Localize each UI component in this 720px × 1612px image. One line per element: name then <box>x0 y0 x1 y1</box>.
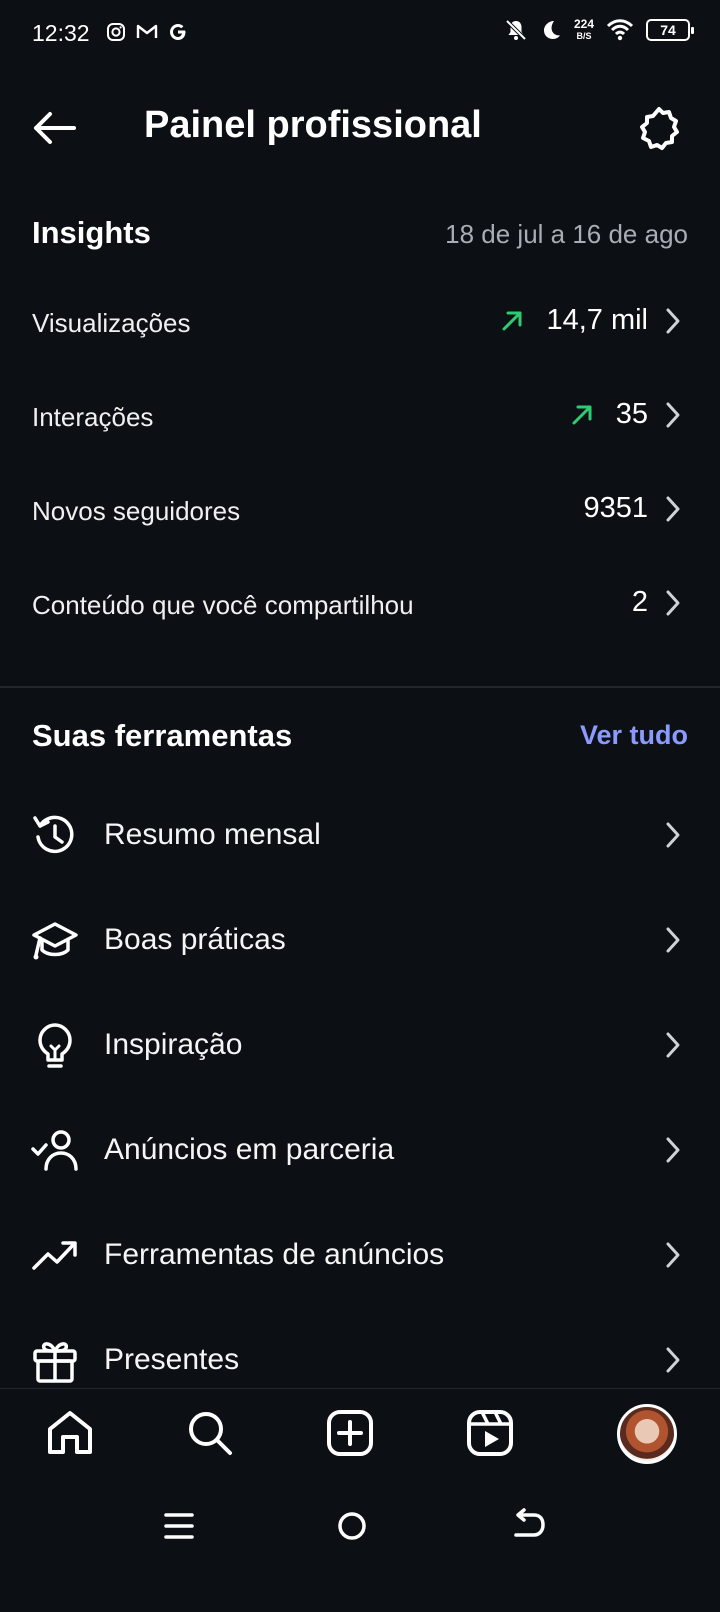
person-check-icon <box>31 1130 78 1171</box>
back-system-button[interactable] <box>508 1506 548 1546</box>
recent-apps-button[interactable] <box>160 1506 200 1546</box>
tools-header: Suas ferramentas Ver tudo <box>32 718 688 768</box>
gift-icon <box>33 1342 77 1383</box>
circle-icon <box>338 1512 366 1540</box>
wifi-icon <box>606 19 634 41</box>
metric-label: Novos seguidores <box>32 496 241 526</box>
network-speed: 224 B/S <box>574 18 594 42</box>
tool-label: Anúncios em parceria <box>104 1133 395 1166</box>
date-range: 18 de jul a 16 de ago <box>445 219 688 249</box>
metric-label: Visualizações <box>32 308 191 338</box>
metric-new-followers[interactable]: Novos seguidores 9351 <box>0 466 720 562</box>
app-header: Painel profissional <box>0 82 720 176</box>
chevron-right-icon <box>666 927 680 953</box>
tool-partnership-ads[interactable]: Anúncios em parceria <box>0 1101 720 1206</box>
see-all-link[interactable]: Ver tudo <box>580 720 688 751</box>
network-speed-unit: B/S <box>576 31 592 41</box>
status-bar: 12:32 224 B/S 74 <box>0 0 720 72</box>
metric-views[interactable]: Visualizações 14,7 mil <box>0 278 720 374</box>
gmail-icon <box>136 24 158 38</box>
menu-icon <box>164 1513 194 1539</box>
instagram-icon <box>107 23 125 41</box>
chevron-right-icon <box>666 590 680 615</box>
back-button[interactable] <box>28 104 80 152</box>
home-system-button[interactable] <box>332 1506 372 1546</box>
insights-header: Insights 18 de jul a 16 de ago <box>32 215 688 265</box>
history-icon <box>33 815 74 854</box>
settings-button[interactable] <box>634 104 684 154</box>
home-icon <box>48 1411 92 1454</box>
metric-value: 9351 <box>583 492 648 524</box>
tool-label: Resumo mensal <box>104 818 321 851</box>
metric-content-shared[interactable]: Conteúdo que você compartilhou 2 <box>0 560 720 656</box>
chevron-right-icon <box>666 496 680 521</box>
metric-interactions[interactable]: Interações 35 <box>0 372 720 468</box>
metric-value: 14,7 mil <box>546 304 648 336</box>
chevron-right-icon <box>666 1032 680 1058</box>
moon-icon <box>543 21 560 39</box>
create-icon <box>327 1410 373 1456</box>
nav-home-button[interactable] <box>44 1407 96 1459</box>
page-title: Painel profissional <box>144 104 482 146</box>
trend-up-icon <box>502 311 522 330</box>
tool-inspiration[interactable]: Inspiração <box>0 996 720 1101</box>
chevron-right-icon <box>666 308 680 333</box>
chevron-right-icon <box>666 1137 680 1163</box>
battery-level: 74 <box>660 22 676 38</box>
search-icon <box>189 1412 232 1455</box>
bell-off-icon <box>505 19 527 41</box>
chevron-right-icon <box>666 1347 680 1373</box>
metric-value: 35 <box>615 398 648 430</box>
google-icon <box>170 24 186 40</box>
return-icon <box>514 1508 545 1537</box>
section-divider <box>0 686 720 688</box>
chevron-right-icon <box>666 402 680 427</box>
trending-up-icon <box>32 1241 77 1270</box>
gear-icon <box>640 107 679 150</box>
graduation-cap-icon <box>32 922 78 960</box>
chevron-right-icon <box>666 1242 680 1268</box>
trend-up-icon <box>572 405 592 424</box>
tool-monthly-summary[interactable]: Resumo mensal <box>0 786 720 891</box>
nav-reels-button[interactable] <box>464 1407 516 1459</box>
bottom-navigation <box>0 1388 720 1480</box>
profile-avatar[interactable] <box>617 1404 677 1464</box>
system-navigation <box>0 1480 720 1612</box>
metric-label: Conteúdo que você compartilhou <box>32 590 414 620</box>
status-time: 12:32 <box>32 20 90 46</box>
metric-label: Interações <box>32 402 154 432</box>
network-speed-value: 224 <box>573 17 594 31</box>
tool-label: Inspiração <box>104 1028 243 1061</box>
reels-icon <box>467 1410 513 1456</box>
tool-best-practices[interactable]: Boas práticas <box>0 891 720 996</box>
tool-label: Ferramentas de anúncios <box>104 1238 445 1271</box>
tool-label: Presentes <box>104 1343 240 1376</box>
tool-ad-tools[interactable]: Ferramentas de anúncios <box>0 1206 720 1311</box>
nav-search-button[interactable] <box>184 1407 236 1459</box>
status-system-icons: 224 B/S 74 <box>504 18 694 42</box>
battery-icon: 74 <box>646 19 694 41</box>
nav-create-button[interactable] <box>324 1407 376 1459</box>
lightbulb-icon <box>38 1023 72 1068</box>
arrow-left-icon <box>34 112 76 144</box>
chevron-right-icon <box>666 822 680 848</box>
tool-label: Boas práticas <box>104 923 286 956</box>
metric-value: 2 <box>631 586 648 618</box>
status-app-icons <box>106 22 188 42</box>
